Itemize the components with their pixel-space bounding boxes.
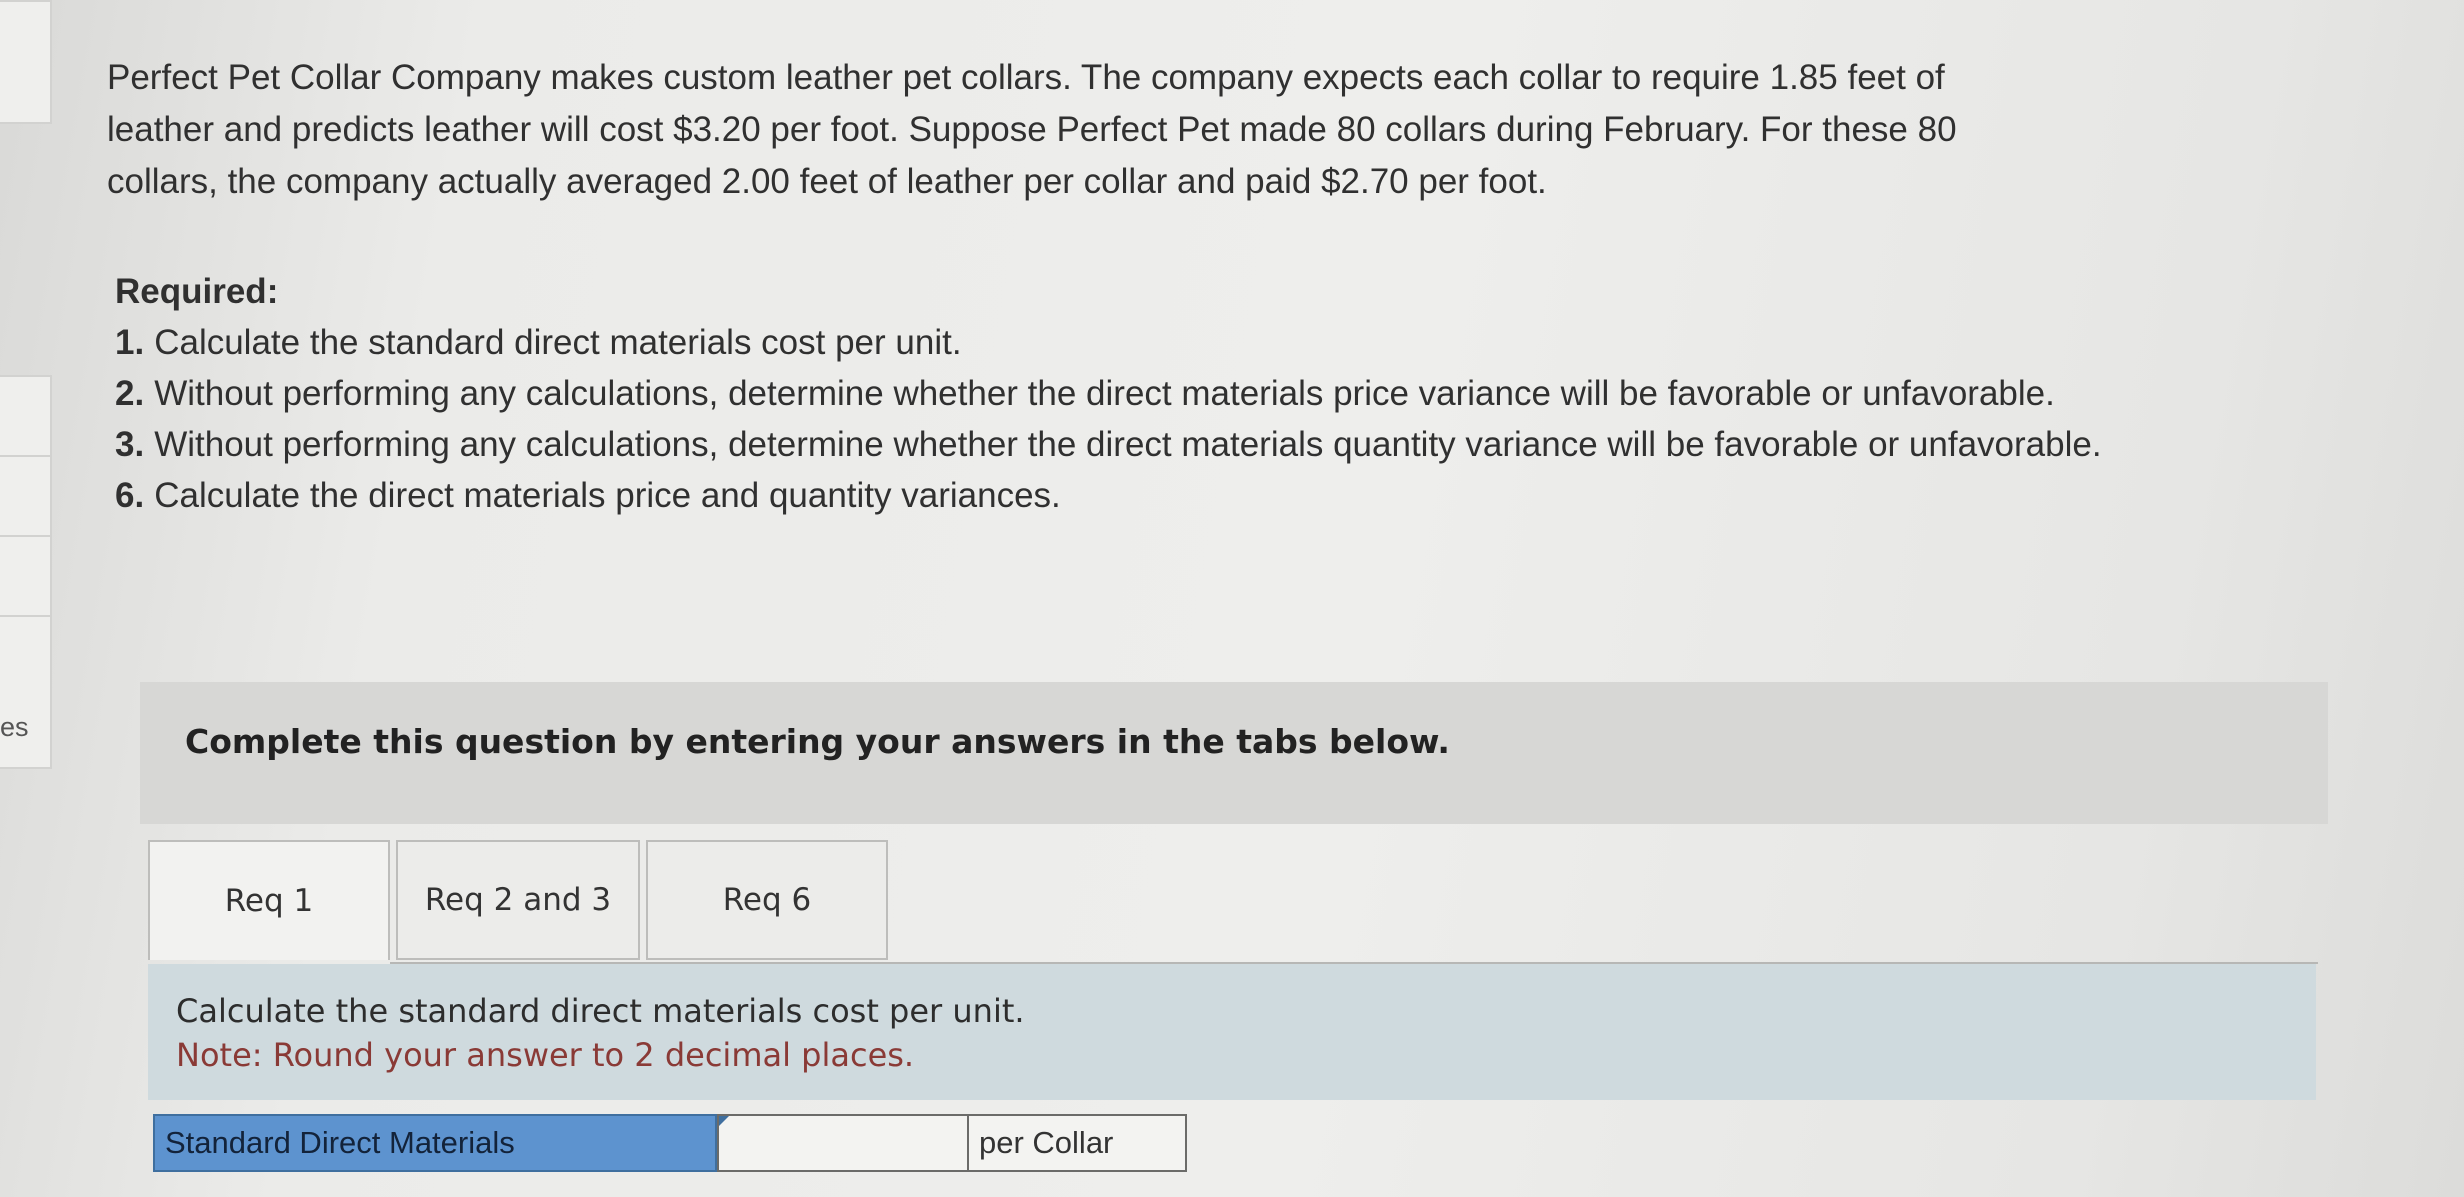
required-item-number: 6. xyxy=(115,476,145,515)
required-item: 1. Calculate the standard direct materia… xyxy=(115,317,2345,368)
sidebar-tab[interactable] xyxy=(0,375,52,459)
tab-req-6[interactable]: Req 6 xyxy=(646,840,888,960)
sidebar-partial-text: es xyxy=(0,712,29,742)
problem-line: leather and predicts leather will cost $… xyxy=(107,110,1957,149)
required-item-text: Without performing any calculations, det… xyxy=(154,425,2102,464)
required-item-text: Calculate the direct materials price and… xyxy=(154,476,1061,515)
problem-statement: Perfect Pet Collar Company makes custom … xyxy=(107,52,2347,208)
answer-input-cell[interactable] xyxy=(717,1114,967,1172)
panel-prompt: Calculate the standard direct materials … xyxy=(176,992,1025,1030)
required-item: 3. Without performing any calculations, … xyxy=(115,419,2345,470)
standard-direct-materials-input[interactable] xyxy=(719,1116,967,1170)
sidebar-tab[interactable] xyxy=(0,0,52,124)
required-section: Required: 1. Calculate the standard dire… xyxy=(115,266,2345,521)
required-item-text: Calculate the standard direct materials … xyxy=(154,323,962,362)
answer-label: Standard Direct Materials xyxy=(153,1114,717,1172)
instruction-text: Complete this question by entering your … xyxy=(185,722,1450,761)
required-heading: Required: xyxy=(115,272,279,311)
problem-line: collars, the company actually averaged 2… xyxy=(107,162,1547,201)
left-sidebar-partial: es xyxy=(0,0,58,1197)
required-item-number: 1. xyxy=(115,323,145,362)
answer-tabs: Req 1 Req 2 and 3 Req 6 xyxy=(148,840,894,962)
question-panel: Calculate the standard direct materials … xyxy=(148,964,2316,1100)
required-item-number: 2. xyxy=(115,374,145,413)
sidebar-tab[interactable] xyxy=(0,615,52,769)
panel-note: Note: Round your answer to 2 decimal pla… xyxy=(176,1036,915,1074)
sidebar-tab[interactable] xyxy=(0,535,52,619)
required-item-number: 3. xyxy=(115,425,145,464)
required-item-text: Without performing any calculations, det… xyxy=(154,374,2055,413)
answer-unit: per Collar xyxy=(967,1114,1187,1172)
instruction-banner: Complete this question by entering your … xyxy=(140,682,2328,824)
required-item: 2. Without performing any calculations, … xyxy=(115,368,2345,419)
problem-line: Perfect Pet Collar Company makes custom … xyxy=(107,58,1945,97)
sidebar-tab[interactable] xyxy=(0,455,52,539)
tab-req-1[interactable]: Req 1 xyxy=(148,840,390,960)
answer-row: Standard Direct Materials per Collar xyxy=(153,1114,1187,1172)
tab-req-2-and-3[interactable]: Req 2 and 3 xyxy=(396,840,640,960)
required-item: 6. Calculate the direct materials price … xyxy=(115,470,2345,521)
